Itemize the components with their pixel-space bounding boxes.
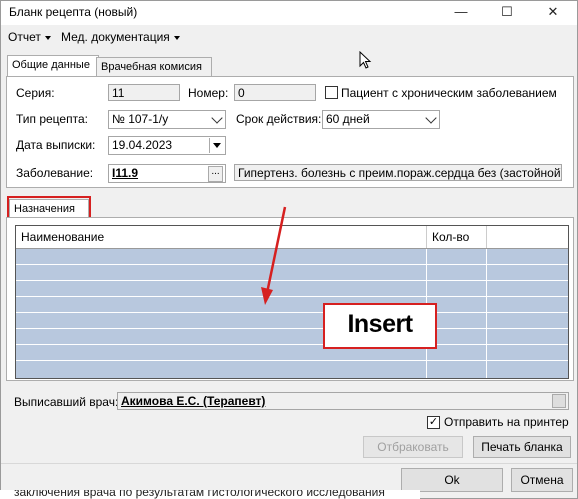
validity-select[interactable]: 60 дней — [322, 110, 440, 129]
minimize-icon[interactable]: — — [441, 1, 481, 25]
chevron-down-icon — [44, 35, 51, 40]
chronic-label: Пациент с хроническим заболеванием — [341, 86, 557, 100]
tab-general[interactable]: Общие данные — [7, 55, 99, 76]
number-label: Номер: — [188, 86, 229, 100]
background-text-line: заключения врача по результатам гистолог… — [14, 490, 385, 499]
print-blank-button[interactable]: Печать бланка — [473, 436, 571, 458]
series-field[interactable]: 11 — [108, 84, 180, 101]
validity-value: 60 дней — [326, 112, 370, 126]
ok-button[interactable]: Ok — [401, 468, 503, 492]
window-title: Бланк рецепта (новый) — [9, 5, 138, 19]
title-bar: Бланк рецепта (новый) — ☐ ✕ — [1, 1, 577, 25]
type-value: № 107-1/у — [112, 112, 169, 126]
insert-overlay-box: Insert — [323, 303, 437, 349]
date-picker[interactable]: 19.04.2023 — [108, 136, 226, 155]
maximize-icon[interactable]: ☐ — [487, 1, 527, 25]
type-label: Тип рецепта: — [16, 112, 88, 126]
prescription-dialog: Бланк рецепта (новый) — ☐ ✕ Отчет Мед. д… — [0, 0, 578, 499]
menu-meddoc-label: Мед. документация — [61, 30, 170, 44]
type-select[interactable]: № 107-1/у — [108, 110, 226, 129]
print-checkbox[interactable]: ✓ — [427, 416, 440, 429]
menu-report[interactable]: Отчет — [8, 30, 51, 44]
disease-label: Заболевание: — [16, 166, 94, 180]
close-icon[interactable]: ✕ — [533, 1, 573, 25]
col-qty-header: Кол-во — [432, 230, 470, 244]
background-window-text: заключения врача по результатам гистолог… — [0, 490, 420, 499]
chevron-down-icon — [211, 112, 223, 124]
calendar-dropdown-icon[interactable] — [209, 138, 223, 153]
annotation-arrow-icon — [261, 206, 287, 305]
print-checkbox-label: Отправить на принтер — [444, 415, 569, 429]
chevron-down-icon — [173, 35, 180, 40]
number-field[interactable]: 0 — [234, 84, 316, 101]
doctor-field[interactable]: Акимова Е.С. (Терапевт) — [117, 392, 569, 410]
menu-meddoc[interactable]: Мед. документация — [61, 30, 180, 44]
menu-report-label: Отчет — [8, 30, 41, 44]
col-name-header: Наименование — [21, 230, 105, 244]
general-panel: Серия: 11 Номер: 0 Пациент с хроническим… — [6, 76, 574, 188]
cancel-button[interactable]: Отмена — [511, 468, 573, 492]
validity-label: Срок действия: — [236, 112, 322, 126]
chronic-checkbox[interactable] — [325, 86, 338, 99]
disease-description-field[interactable]: Гипертенз. болезнь с преим.пораж.сердца … — [234, 164, 562, 181]
divider — [1, 463, 577, 464]
doctor-value: Акимова Е.С. (Терапевт) — [121, 394, 266, 408]
mouse-cursor-icon — [359, 51, 372, 69]
doctor-lookup-button[interactable] — [552, 394, 566, 408]
date-value: 19.04.2023 — [112, 138, 173, 152]
insert-overlay-text: Insert — [347, 310, 413, 338]
reject-button[interactable]: Отбраковать — [363, 436, 463, 458]
disease-lookup-button[interactable]: ... — [208, 166, 223, 182]
date-label: Дата выписки: — [16, 138, 96, 152]
disease-code-field[interactable]: I11.9 ... — [108, 164, 226, 183]
chevron-down-icon — [425, 112, 437, 124]
disease-code-value: I11.9 — [112, 166, 139, 180]
doctor-label: Выписавший врач: — [14, 395, 119, 409]
series-label: Серия: — [16, 86, 55, 100]
tab-commission[interactable]: Врачебная комисия — [96, 57, 212, 76]
